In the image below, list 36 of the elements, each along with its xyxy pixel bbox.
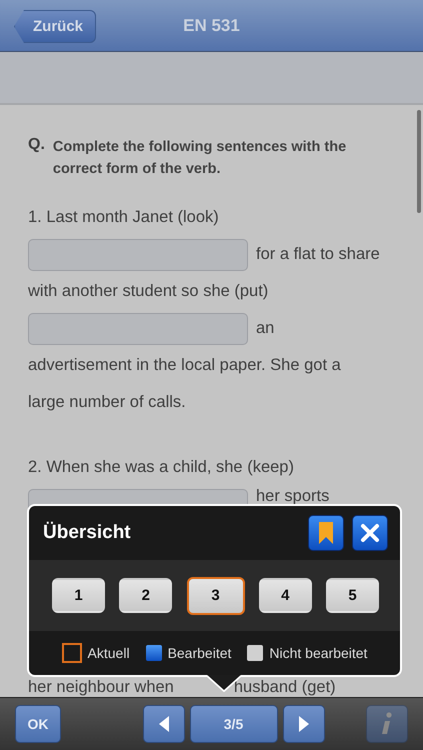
bookmark-button[interactable]	[308, 515, 344, 551]
legend-swatch	[62, 643, 82, 663]
page-button[interactable]: 5	[326, 578, 379, 613]
next-icon	[298, 716, 308, 732]
question-marker: Q.	[28, 136, 45, 155]
exercise-text: advertisement in the local paper. She got a	[28, 356, 341, 375]
exercise-text: for a flat to share	[256, 245, 380, 264]
exercise-text: 2. When she was a child, she (keep)	[28, 458, 294, 477]
next-button[interactable]	[282, 705, 324, 743]
page-button[interactable]: 1	[52, 578, 105, 613]
legend-swatch	[146, 645, 162, 661]
question-instruction: Complete the following sentences with the correct form of the verb.	[52, 138, 348, 179]
legend-label: Nicht bearbeitet	[269, 645, 368, 661]
exercise-text: 1. Last month Janet (look)	[28, 208, 219, 227]
close-button[interactable]	[352, 515, 388, 551]
page-button[interactable]: 3	[186, 576, 244, 614]
screen-title: EN 531	[183, 16, 240, 36]
exercise-text: husband (get)	[234, 678, 336, 697]
legend-swatch	[247, 645, 264, 661]
exercise-text: her sports	[256, 487, 330, 506]
exercise-text: her neighbour when	[28, 678, 174, 697]
answer-field[interactable]	[28, 312, 248, 344]
popover-title: Übersicht	[43, 522, 131, 544]
bookmark-icon	[319, 522, 333, 544]
legend-label: Bearbeitet	[168, 645, 232, 661]
page-button[interactable]: 2	[119, 578, 172, 613]
answer-field[interactable]	[28, 238, 248, 270]
previous-icon	[158, 716, 168, 732]
exercise-text: with another student so she (put)	[28, 282, 268, 301]
previous-button[interactable]	[142, 705, 184, 743]
page-button[interactable]: 4	[258, 578, 312, 613]
legend-label: Aktuell	[88, 645, 130, 661]
close-icon	[360, 523, 380, 543]
exercise-text: an	[256, 319, 274, 338]
exercise-text: large number of calls.	[28, 393, 186, 412]
info-icon	[381, 712, 393, 736]
